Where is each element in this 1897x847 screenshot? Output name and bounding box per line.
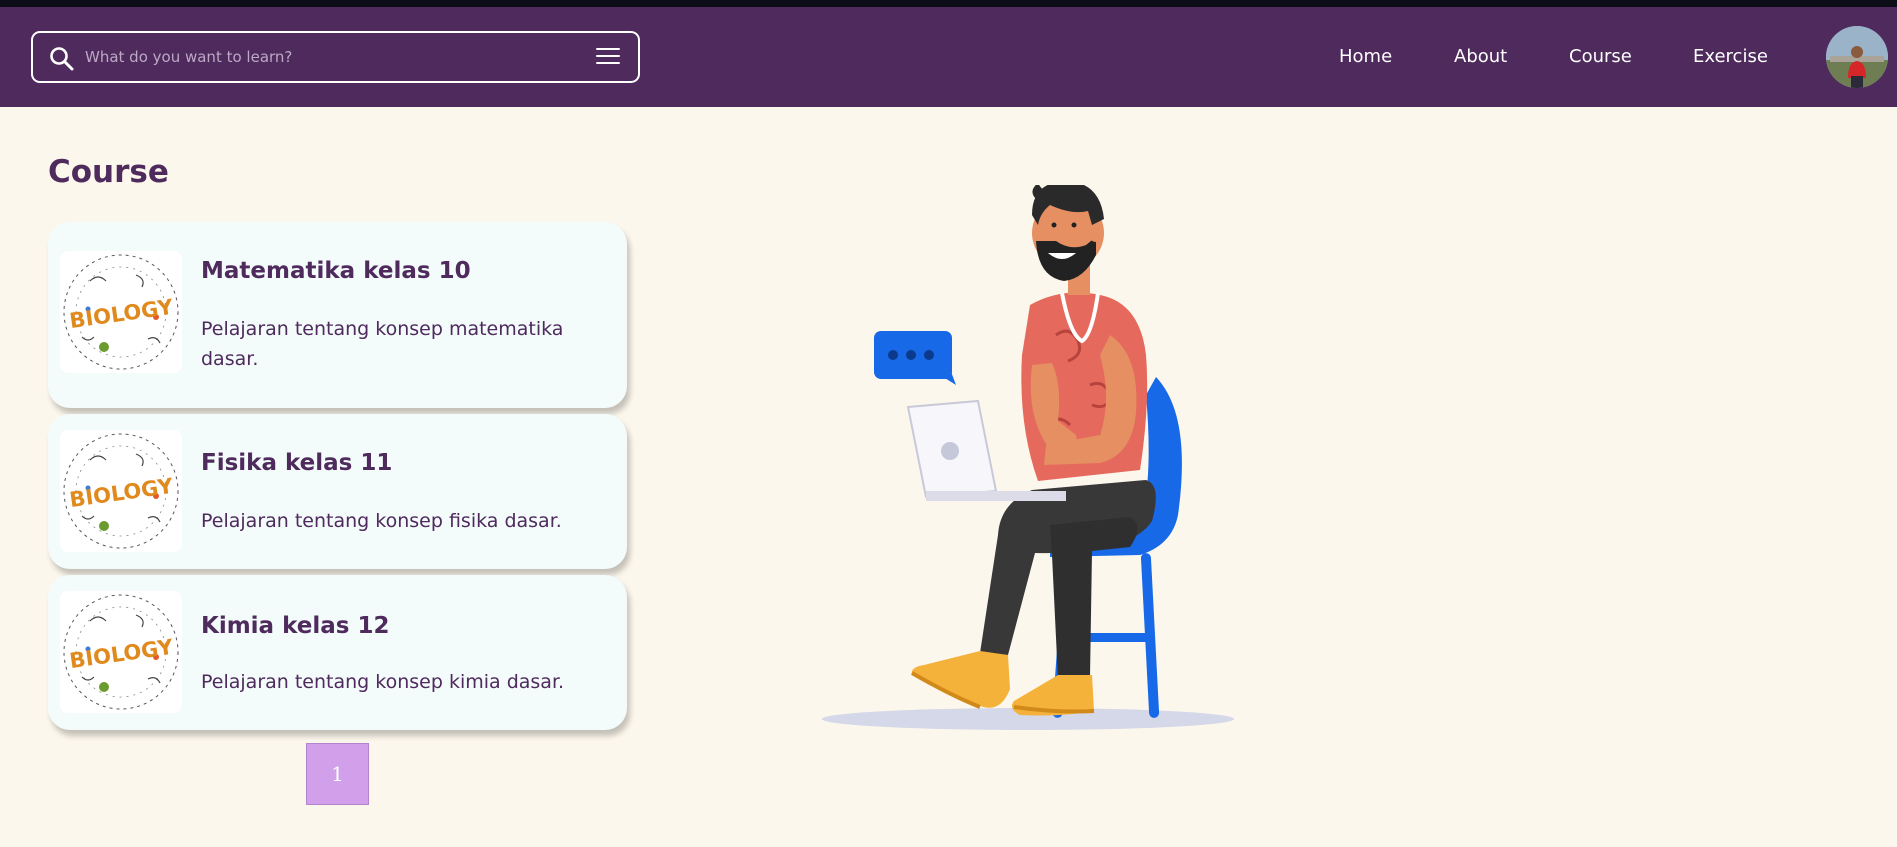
nav-home-link[interactable]: Home [1339, 46, 1392, 67]
course-title[interactable]: Fisika kelas 11 [201, 450, 392, 476]
search-icon[interactable] [49, 46, 75, 72]
course-thumbnail: BIOLOGY [60, 251, 182, 373]
course-card[interactable]: BIOLOGY Kimia kelas 12 Pelajaran tentang… [48, 575, 627, 730]
nav-exercise-link[interactable]: Exercise [1693, 46, 1768, 67]
course-description: Pelajaran tentang konsep fisika dasar. [201, 510, 562, 532]
hamburger-menu-icon[interactable] [596, 48, 620, 66]
svg-text:BIOLOGY: BIOLOGY [68, 474, 175, 512]
page-title: Course [48, 154, 169, 190]
svg-text:BIOLOGY: BIOLOGY [68, 635, 175, 673]
nav-course-link[interactable]: Course [1569, 46, 1632, 67]
search-bar [31, 31, 640, 83]
course-description: Pelajaran tentang konsep kimia dasar. [201, 671, 565, 693]
course-card[interactable]: BIOLOGY Matematika kelas 10 Pelajaran te… [48, 222, 627, 408]
course-title[interactable]: Kimia kelas 12 [201, 613, 389, 639]
course-thumbnail: BIOLOGY [60, 430, 182, 552]
person-with-laptop-illustration [822, 185, 1234, 730]
window-top-strip [0, 0, 1897, 7]
svg-text:BIOLOGY: BIOLOGY [68, 295, 175, 333]
user-avatar[interactable] [1826, 26, 1888, 88]
course-card[interactable]: BIOLOGY Fisika kelas 11 Pelajaran tentan… [48, 414, 627, 569]
course-thumbnail: BIOLOGY [60, 591, 182, 713]
pagination-page-button[interactable]: 1 [306, 743, 369, 805]
search-input[interactable] [85, 43, 565, 71]
course-title[interactable]: Matematika kelas 10 [201, 258, 471, 284]
nav-about-link[interactable]: About [1454, 46, 1507, 67]
avatar-image [1826, 26, 1888, 88]
navbar: Home About Course Exercise [0, 7, 1897, 107]
course-description: Pelajaran tentang konsep matematika dasa… [201, 318, 564, 370]
